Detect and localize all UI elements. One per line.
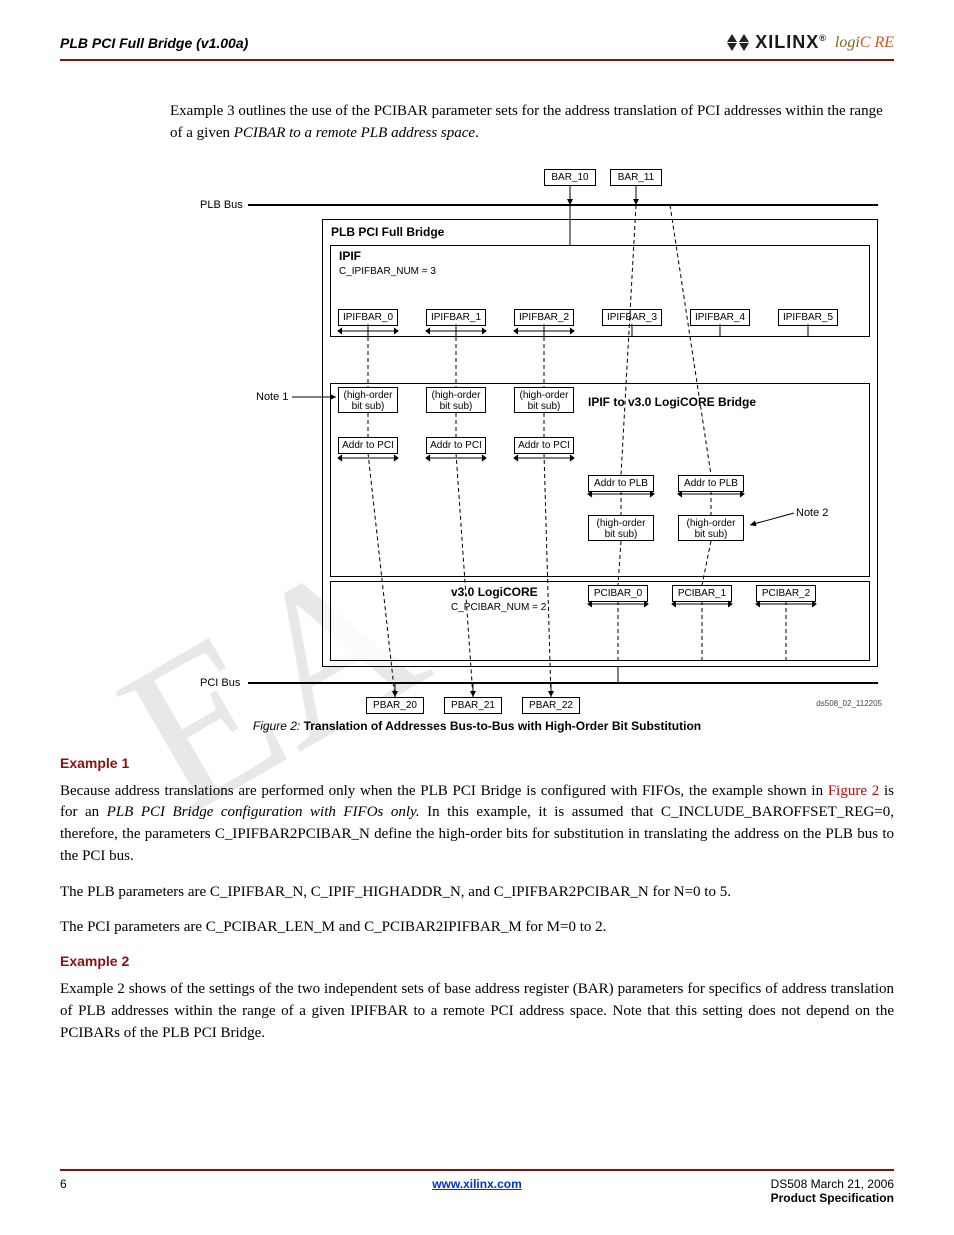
xilinx-brand-text: XILINX® [755, 32, 827, 53]
pci-bus-label: PCI Bus [200, 677, 240, 689]
addr-pci-2: Addr to PCI [514, 437, 574, 454]
xilinx-url-link[interactable]: www.xilinx.com [432, 1177, 522, 1191]
ipifbar-2: IPIFBAR_2 [514, 309, 574, 326]
bar-11: BAR_11 [610, 169, 662, 186]
figure-ref: Figure 2: [253, 719, 300, 733]
xilinx-logo-icon [727, 33, 747, 53]
highorder-1: (high-order bit sub) [426, 387, 486, 413]
addr-pci-1: Addr to PCI [426, 437, 486, 454]
addr-plb-0: Addr to PLB [588, 475, 654, 492]
example-2-heading: Example 2 [60, 953, 894, 969]
ipif-param: C_IPIFBAR_NUM = 3 [331, 266, 869, 277]
logicore-mark: logiC RE [835, 34, 894, 52]
highorder-r1: (high-order bit sub) [678, 515, 744, 541]
logo-area: XILINX® logiC RE [727, 32, 894, 53]
note-2-label: Note 2 [796, 507, 828, 519]
highorder-0: (high-order bit sub) [338, 387, 398, 413]
bar-10: BAR_10 [544, 169, 596, 186]
figure-2-link[interactable]: Figure 2 [828, 783, 879, 799]
ipifbar-4: IPIFBAR_4 [690, 309, 750, 326]
figure-2: PLB PCI Full Bridge IPIF C_IPIFBAR_NUM =… [170, 169, 894, 715]
pbar-20: PBAR_20 [366, 697, 424, 714]
footer-center: www.xilinx.com [60, 1177, 894, 1191]
pcibar-2: PCIBAR_2 [756, 585, 816, 602]
figure-caption: Figure 2: Translation of Addresses Bus-t… [60, 719, 894, 733]
plb-bus-label: PLB Bus [200, 199, 243, 211]
figure-title: Translation of Addresses Bus-to-Bus with… [304, 719, 702, 733]
ipifbar-3: IPIFBAR_3 [602, 309, 662, 326]
ipifbar-0: IPIFBAR_0 [338, 309, 398, 326]
example-1-p3: The PCI parameters are C_PCIBAR_LEN_M an… [60, 917, 894, 939]
page-header: PLB PCI Full Bridge (v1.00a) XILINX® log… [60, 32, 894, 61]
note-1-label: Note 1 [256, 391, 288, 403]
highorder-2: (high-order bit sub) [514, 387, 574, 413]
addr-plb-1: Addr to PLB [678, 475, 744, 492]
bridge-title: PLB PCI Full Bridge [323, 220, 877, 244]
pbar-22: PBAR_22 [522, 697, 580, 714]
intro-paragraph: Example 3 outlines the use of the PCIBAR… [170, 101, 894, 145]
example-2-p1: Example 2 shows of the settings of the t… [60, 979, 894, 1044]
ipif-title: IPIF [331, 246, 869, 266]
figure-ref-number: ds508_02_112205 [816, 699, 882, 708]
ipifbar-1: IPIFBAR_1 [426, 309, 486, 326]
ipif2-title: IPIF to v3.0 LogiCORE Bridge [588, 395, 756, 409]
example-1-p1: Because address translations are perform… [60, 781, 894, 868]
product-spec-label: Product Specification [771, 1191, 894, 1205]
pbar-21: PBAR_21 [444, 697, 502, 714]
page-footer: 6 www.xilinx.com DS508 March 21, 2006 Pr… [60, 1169, 894, 1205]
highorder-r0: (high-order bit sub) [588, 515, 654, 541]
pcibar-1: PCIBAR_1 [672, 585, 732, 602]
example-1-p2: The PLB parameters are C_IPIFBAR_N, C_IP… [60, 882, 894, 904]
doc-title: PLB PCI Full Bridge (v1.00a) [60, 35, 248, 51]
ipifbar-5: IPIFBAR_5 [778, 309, 838, 326]
addr-pci-0: Addr to PCI [338, 437, 398, 454]
example-1-heading: Example 1 [60, 755, 894, 771]
v3-param: C_PCIBAR_NUM = 2 [331, 602, 869, 613]
pcibar-0: PCIBAR_0 [588, 585, 648, 602]
